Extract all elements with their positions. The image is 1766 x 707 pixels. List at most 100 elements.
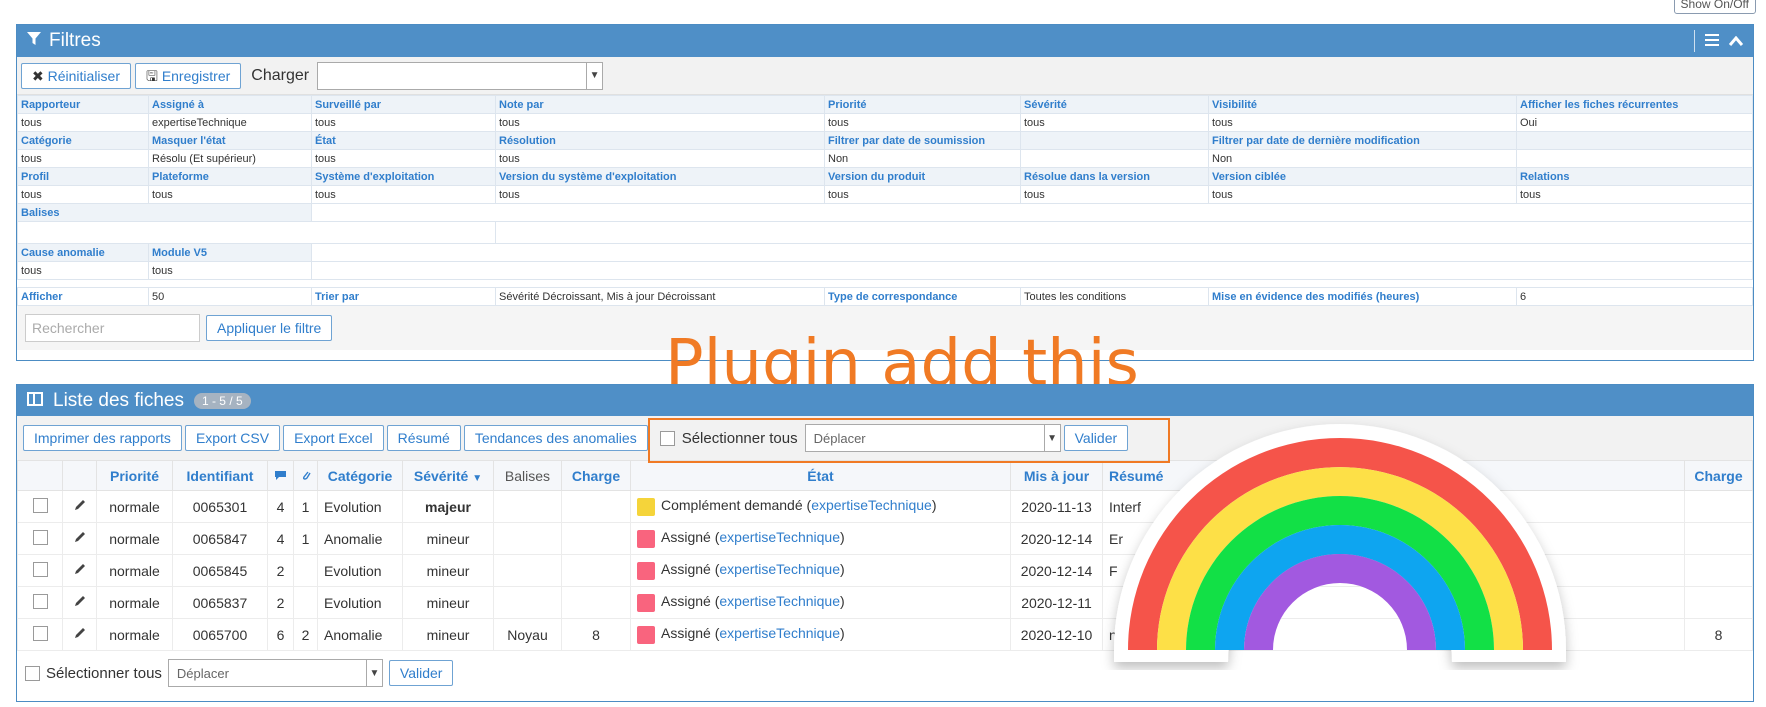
filter-value[interactable]: tous [495,185,825,204]
filter-value[interactable]: tous [17,113,149,132]
assignee-link[interactable]: expertiseTechnique [811,497,932,513]
col-state[interactable]: État [630,460,1011,491]
files-count[interactable] [293,554,318,587]
filter-label: Note par [495,95,825,114]
cell-priority: normale [96,522,173,555]
filter-value[interactable]: tous [495,149,825,168]
issue-id-link[interactable]: 0065845 [172,554,268,587]
files-count[interactable]: 1 [293,522,318,555]
col-id[interactable]: Identifiant [172,460,268,491]
filter-value-trier[interactable]: Sévérité Décroissant, Mis à jour Décrois… [495,287,825,306]
col-charge[interactable]: Charge [561,460,631,491]
filter-value-cause[interactable]: tous [17,261,149,280]
show-on-off-button[interactable]: Show On/Off [1673,0,1756,14]
filter-value-mise[interactable]: 6 [1516,287,1753,306]
issue-id-link[interactable]: 0065301 [172,490,268,523]
filter-value[interactable]: tous [17,185,149,204]
filter-value[interactable]: tous [1208,185,1517,204]
apply-filter-button[interactable]: Appliquer le filtre [206,315,333,341]
assignee-link[interactable]: expertiseTechnique [719,625,840,641]
reset-button[interactable]: ✖ Réinitialiser [21,62,131,89]
export-csv-button[interactable]: Export CSV [184,425,281,451]
cell-category: Evolution [317,586,403,619]
row-checkbox[interactable] [17,618,63,651]
print-reports-button[interactable]: Imprimer des rapports [23,425,182,451]
notes-count[interactable]: 4 [267,522,294,555]
cell-severity: mineur [402,554,494,587]
pencil-icon[interactable] [62,554,97,587]
load-select[interactable]: ▼ [317,61,604,90]
filter-value-module[interactable]: tous [148,261,312,280]
validate-button-bottom[interactable]: Valider [388,660,454,686]
move-select-bottom[interactable]: Déplacer ▼ [167,659,383,687]
summary-button[interactable]: Résumé [386,425,461,451]
row-checkbox[interactable] [17,586,63,619]
filter-value[interactable]: expertiseTechnique [148,113,312,132]
attachment-icon[interactable] [293,460,318,491]
cell-severity: mineur [402,586,494,619]
files-count[interactable] [293,586,318,619]
filter-value[interactable]: tous [1516,185,1753,204]
filter-value[interactable]: tous [148,185,312,204]
cell-state: Assigné (expertiseTechnique) [630,522,1011,555]
filter-value-type[interactable]: Toutes les conditions [1020,287,1209,306]
issue-id-link[interactable]: 0065700 [172,618,268,651]
notes-count[interactable]: 2 [267,586,294,619]
cell-state: Complément demandé (expertiseTechnique) [630,490,1011,523]
filter-value[interactable]: tous [311,113,496,132]
rainbow-sticker [1114,424,1566,662]
filter-value[interactable]: tous [311,149,496,168]
row-checkbox[interactable] [17,522,63,555]
filter-value[interactable]: Résolu (Et supérieur) [148,149,312,168]
filter-value[interactable]: tous [1020,113,1209,132]
col-severity[interactable]: Sévérité ▼ [402,460,494,491]
notes-count[interactable]: 4 [267,490,294,523]
col-updated[interactable]: Mis à jour [1010,460,1103,491]
col-category[interactable]: Catégorie [317,460,403,491]
cell-severity: mineur [402,618,494,651]
select-all-checkbox-bottom[interactable] [25,665,40,681]
menu-icon[interactable] [1705,30,1719,52]
filter-value[interactable] [1020,149,1209,168]
filter-value[interactable]: tous [824,113,1021,132]
pencil-icon[interactable] [62,586,97,619]
comments-icon[interactable] [267,460,294,491]
notes-count[interactable]: 6 [267,618,294,651]
col-charge-2[interactable]: Charge [1684,460,1753,491]
filter-value[interactable]: Oui [1516,113,1753,132]
filter-label: Plateforme [148,167,312,186]
assignee-link[interactable]: expertiseTechnique [719,561,840,577]
filter-value[interactable]: tous [495,113,825,132]
notes-count[interactable]: 2 [267,554,294,587]
filter-label: Version du produit [824,167,1021,186]
col-priority[interactable]: Priorité [96,460,173,491]
filter-value[interactable]: tous [1020,185,1209,204]
files-count[interactable]: 1 [293,490,318,523]
pencil-icon[interactable] [62,522,97,555]
filter-value[interactable]: tous [824,185,1021,204]
trends-button[interactable]: Tendances des anomalies [463,425,648,451]
filters-header: Filtres [17,25,1753,57]
assignee-link[interactable]: expertiseTechnique [719,529,840,545]
filter-label-mise: Mise en évidence des modifiés (heures) [1208,287,1517,306]
filter-value[interactable]: tous [311,185,496,204]
pencil-icon[interactable] [62,618,97,651]
save-button[interactable]: 🖫 Enregistrer [134,62,242,89]
files-count[interactable]: 2 [293,618,318,651]
state-color-swatch [637,497,655,516]
filter-value[interactable] [1516,149,1753,168]
filter-value[interactable]: tous [1208,113,1517,132]
filter-value[interactable]: Non [1208,149,1517,168]
row-checkbox[interactable] [17,490,63,523]
chevron-up-icon[interactable] [1728,30,1744,52]
export-excel-button[interactable]: Export Excel [283,425,384,451]
pencil-icon[interactable] [62,490,97,523]
row-checkbox[interactable] [17,554,63,587]
search-input[interactable]: Rechercher [25,314,200,342]
filter-value[interactable]: Non [824,149,1021,168]
issue-id-link[interactable]: 0065837 [172,586,268,619]
filter-value[interactable]: tous [17,149,149,168]
assignee-link[interactable]: expertiseTechnique [719,593,840,609]
issue-id-link[interactable]: 0065847 [172,522,268,555]
filter-value-afficher[interactable]: 50 [148,287,312,306]
